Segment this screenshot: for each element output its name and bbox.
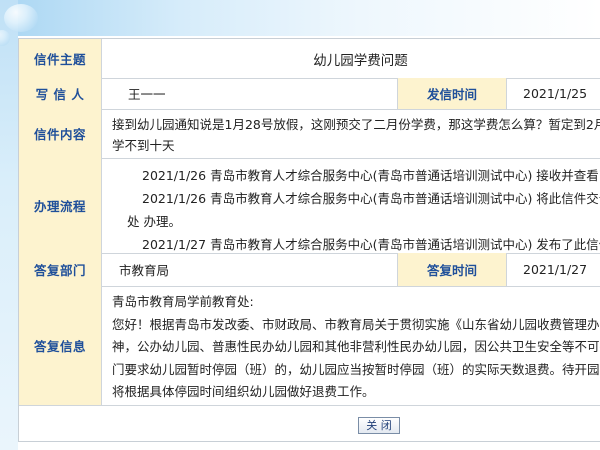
reply-line: 将根据具体停园时间组织幼儿园做好退费工作。 <box>112 384 375 399</box>
reply-time-label: 答复时间 <box>397 253 507 286</box>
page-background-left <box>0 0 18 450</box>
process-label: 办理流程 <box>19 158 102 253</box>
reply-line: 您好！根据青岛市发改委、市财政局、市教育局关于贯彻实施《山东省幼儿园收费管理办法… <box>112 317 600 332</box>
content-line: 接到幼儿园通知说是1月28号放假，这刚预交了二月份学费，那这学费怎么算？暂定到2… <box>112 117 600 132</box>
close-button[interactable]: 关 闭 <box>358 417 400 434</box>
writer-value: 王一一 <box>128 87 166 102</box>
reply-line: 青岛市教育局学前教育处: <box>112 294 254 309</box>
letter-detail-panel: 信件主题 幼儿园学费问题 写 信 人 王一一 发信时间 2021/1/25 信件… <box>18 38 600 442</box>
page-background-top <box>0 0 600 36</box>
reply-dept-label: 答复部门 <box>19 253 102 286</box>
content-label: 信件内容 <box>19 109 102 158</box>
reply-info-row: 答复信息 青岛市教育局学前教育处: 您好！根据青岛市发改委、市财政局、市教育局关… <box>19 286 600 406</box>
reply-line: 门要求幼儿园暂时停园（班）的，幼儿园应当按暂时停园（班）的实际天数退费。待开园时… <box>112 362 600 377</box>
content-line: 学不到十天 <box>112 138 175 153</box>
subject-value: 幼儿园学费问题 <box>313 52 408 69</box>
content-row: 信件内容 接到幼儿园通知说是1月28号放假，这刚预交了二月份学费，那这学费怎么算… <box>19 109 600 159</box>
decorative-bubble <box>4 4 38 32</box>
subject-row: 信件主题 幼儿园学费问题 <box>19 39 600 79</box>
process-line: 2021/1/26 青岛市教育人才综合服务中心(青岛市普通话培训测试中心) 将此… <box>142 191 600 206</box>
reply-info-label: 答复信息 <box>19 286 102 405</box>
writer-label: 写 信 人 <box>19 78 102 109</box>
reply-info-value: 青岛市教育局学前教育处: 您好！根据青岛市发改委、市财政局、市教育局关于贯彻实施… <box>102 286 600 405</box>
process-line: 处 办理。 <box>127 214 181 229</box>
reply-dept-row: 答复部门 市教育局 答复时间 2021/1/27 <box>19 253 600 287</box>
reply-time-value: 2021/1/27 <box>523 262 588 277</box>
process-value: 2021/1/26 青岛市教育人才综合服务中心(青岛市普通话培训测试中心) 接收… <box>102 158 600 253</box>
process-line: 2021/1/27 青岛市教育人才综合服务中心(青岛市普通话培训测试中心) 发布… <box>142 237 600 252</box>
button-bar: 关 闭 <box>19 407 600 441</box>
process-line: 2021/1/26 青岛市教育人才综合服务中心(青岛市普通话培训测试中心) 接收… <box>142 168 600 183</box>
sent-time-value: 2021/1/25 <box>523 86 588 101</box>
subject-label: 信件主题 <box>19 39 102 78</box>
process-row: 办理流程 2021/1/26 青岛市教育人才综合服务中心(青岛市普通话培训测试中… <box>19 158 600 254</box>
writer-row: 写 信 人 王一一 发信时间 2021/1/25 <box>19 78 600 110</box>
reply-dept-value: 市教育局 <box>119 263 170 278</box>
content-value: 接到幼儿园通知说是1月28号放假，这刚预交了二月份学费，那这学费怎么算？暂定到2… <box>102 109 600 158</box>
sent-time-label: 发信时间 <box>397 78 507 109</box>
reply-line: 神，公办幼儿园、普惠性民办幼儿园和其他非营利性民办幼儿园，因公共卫生安全等不可抗… <box>112 339 600 354</box>
